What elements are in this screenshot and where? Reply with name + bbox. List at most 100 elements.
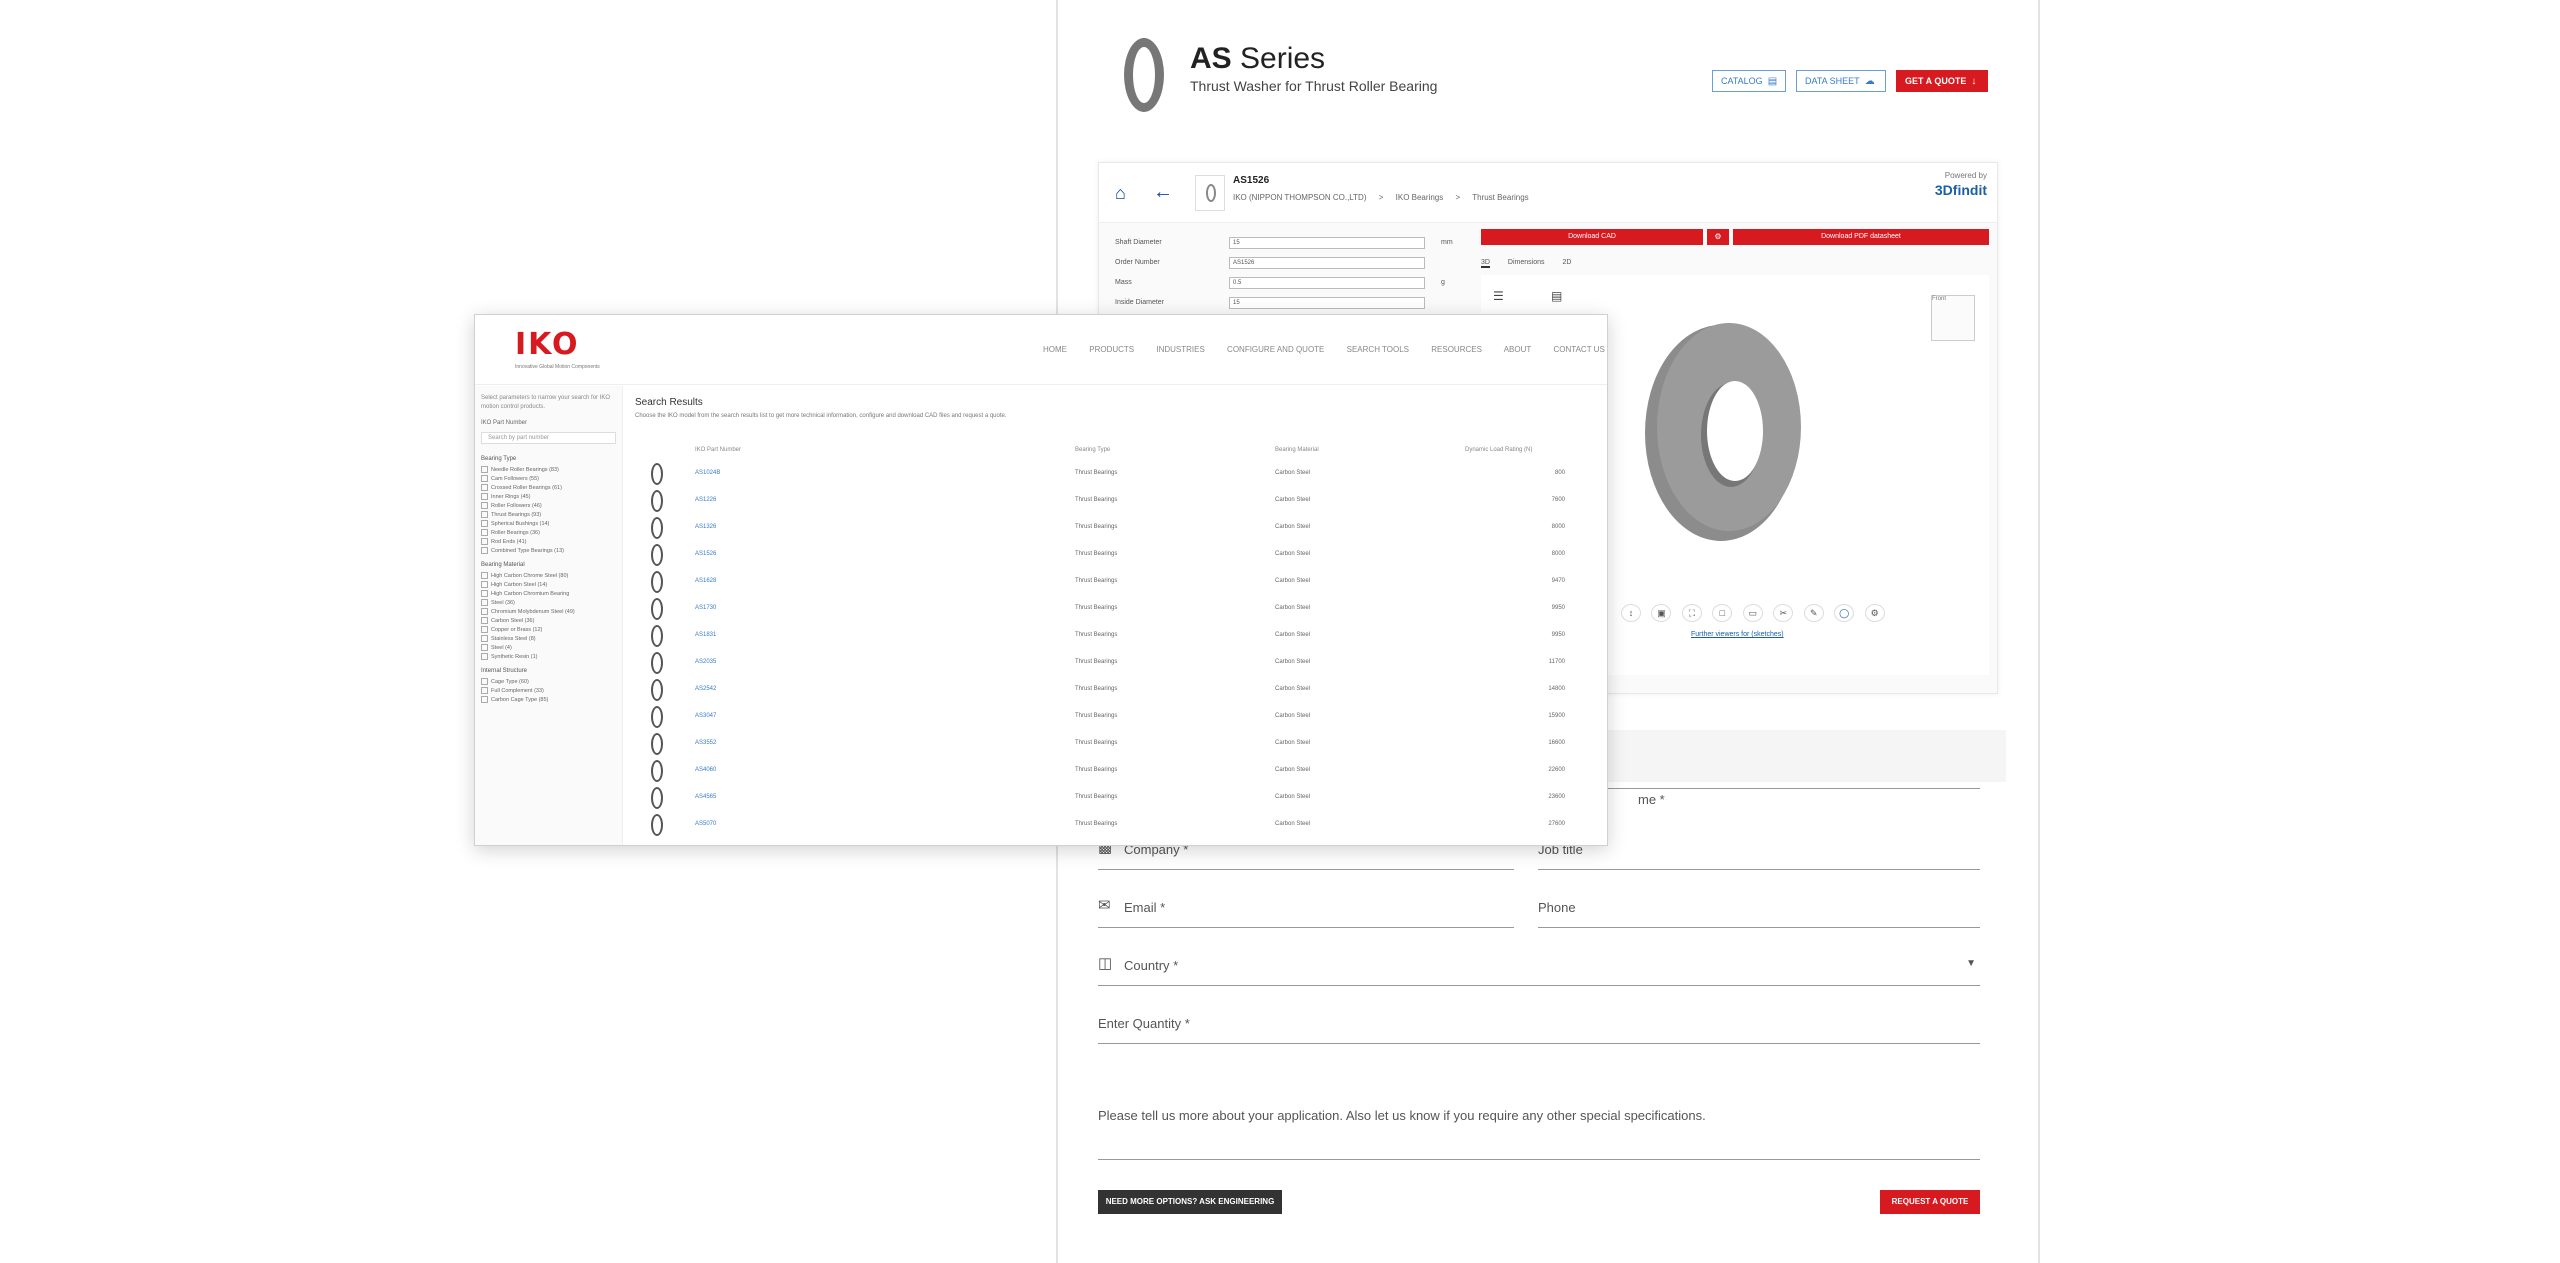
table-row[interactable]: AS2542 Thrust Bearings Carbon Steel 14800 bbox=[635, 677, 1575, 704]
table-row[interactable]: AS3047 Thrust Bearings Carbon Steel 15900 bbox=[635, 704, 1575, 731]
config-select[interactable]: AS1526 bbox=[1229, 257, 1425, 269]
nav-resources[interactable]: RESOURCES bbox=[1431, 345, 1482, 354]
breadcrumb-item[interactable]: IKO (NIPPON THOMPSON CO.,LTD) bbox=[1233, 193, 1367, 202]
navigation-cube[interactable]: Front bbox=[1931, 295, 1975, 341]
part-number-link[interactable]: AS1526 bbox=[695, 551, 716, 557]
catalog-button[interactable]: CATALOG ▤ bbox=[1712, 70, 1786, 92]
request-quote-button[interactable]: REQUEST A QUOTE bbox=[1880, 1190, 1980, 1214]
table-row[interactable]: AS1326 Thrust Bearings Carbon Steel 8000 bbox=[635, 515, 1575, 542]
home-icon[interactable]: ⌂ bbox=[1115, 183, 1126, 204]
table-row[interactable]: AS5070 Thrust Bearings Carbon Steel 27600 bbox=[635, 812, 1575, 839]
facet-checkbox[interactable]: Carbon Steel (36) bbox=[481, 617, 616, 626]
list-icon[interactable]: ☰ bbox=[1493, 289, 1504, 303]
part-number-link[interactable]: AS3552 bbox=[695, 740, 716, 746]
config-select[interactable]: 0.5 bbox=[1229, 277, 1425, 289]
col-header-bearing-material[interactable]: Bearing Material bbox=[1275, 447, 1319, 453]
facet-checkbox[interactable]: Needle Roller Bearings (83) bbox=[481, 466, 616, 475]
table-row[interactable]: AS1831 Thrust Bearings Carbon Steel 9950 bbox=[635, 623, 1575, 650]
download-cad-button[interactable]: Download CAD bbox=[1481, 229, 1703, 245]
tab-dimensions[interactable]: Dimensions bbox=[1508, 259, 1545, 266]
nav-products[interactable]: PRODUCTS bbox=[1089, 345, 1134, 354]
phone-field[interactable]: Phone bbox=[1538, 888, 1980, 928]
table-row[interactable]: AS1730 Thrust Bearings Carbon Steel 9950 bbox=[635, 596, 1575, 623]
3dfindit-logo[interactable]: 3Dfindit bbox=[1935, 182, 1987, 198]
back-arrow-icon[interactable]: ← bbox=[1153, 181, 1173, 204]
facet-checkbox[interactable]: Cage Type (60) bbox=[481, 678, 616, 687]
screenshot-icon[interactable]: ▭ bbox=[1742, 604, 1763, 622]
part-search-input[interactable]: Search by part number bbox=[481, 432, 616, 444]
table-row[interactable]: AS1024B Thrust Bearings Carbon Steel 800 bbox=[635, 461, 1575, 488]
col-header-load-rating[interactable]: Dynamic Load Rating (N) bbox=[1465, 447, 1532, 453]
nav-contact[interactable]: CONTACT US bbox=[1554, 345, 1605, 354]
table-row[interactable]: AS4565 Thrust Bearings Carbon Steel 23600 bbox=[635, 785, 1575, 812]
nav-search-tools[interactable]: SEARCH TOOLS bbox=[1347, 345, 1409, 354]
email-field[interactable]: ✉ Email * bbox=[1098, 888, 1514, 928]
facet-checkbox[interactable]: Carbon Cage Type (85) bbox=[481, 696, 616, 705]
country-select[interactable]: ◫ Country * ▼ bbox=[1098, 946, 1980, 986]
fit-icon[interactable]: ⛶ bbox=[1681, 604, 1702, 622]
facet-checkbox[interactable]: Spherical Bushings (14) bbox=[481, 520, 616, 529]
ask-engineering-button[interactable]: NEED MORE OPTIONS? ASK ENGINEERING bbox=[1098, 1190, 1282, 1214]
download-pdf-button[interactable]: Download PDF datasheet bbox=[1733, 229, 1989, 245]
breadcrumb-item[interactable]: IKO Bearings bbox=[1396, 193, 1444, 202]
get-a-quote-button[interactable]: GET A QUOTE ↓ bbox=[1896, 70, 1988, 92]
facet-checkbox[interactable]: Inner Rings (45) bbox=[481, 493, 616, 502]
nav-home[interactable]: HOME bbox=[1043, 345, 1067, 354]
part-number-link[interactable]: AS2542 bbox=[695, 686, 716, 692]
table-row[interactable]: AS2035 Thrust Bearings Carbon Steel 11700 bbox=[635, 650, 1575, 677]
part-number-link[interactable]: AS1730 bbox=[695, 605, 716, 611]
facet-checkbox[interactable]: Copper or Brass (12) bbox=[481, 626, 616, 635]
part-number-link[interactable]: AS4565 bbox=[695, 794, 716, 800]
config-select[interactable]: 15 bbox=[1229, 237, 1425, 249]
facet-checkbox[interactable]: Cam Followers (55) bbox=[481, 475, 616, 484]
facet-checkbox[interactable]: Combined Type Bearings (13) bbox=[481, 547, 616, 556]
facet-checkbox[interactable]: High Carbon Chrome Steel (80) bbox=[481, 572, 616, 581]
config-select[interactable]: 15 bbox=[1229, 297, 1425, 309]
facet-checkbox[interactable]: Roller Followers (46) bbox=[481, 502, 616, 511]
facet-checkbox[interactable]: Steel (36) bbox=[481, 599, 616, 608]
layers-icon[interactable]: ▤ bbox=[1551, 289, 1562, 303]
part-number-link[interactable]: AS1226 bbox=[695, 497, 716, 503]
data-sheet-button[interactable]: DATA SHEET ☁ bbox=[1796, 70, 1886, 92]
facet-checkbox[interactable]: High Carbon Steel (14) bbox=[481, 581, 616, 590]
gear-icon[interactable]: ⚙ bbox=[1707, 229, 1729, 245]
col-header-bearing-type[interactable]: Bearing Type bbox=[1075, 447, 1110, 453]
part-number-link[interactable]: AS2035 bbox=[695, 659, 716, 665]
facet-checkbox[interactable]: Synthetic Resin (1) bbox=[481, 653, 616, 662]
table-row[interactable]: AS1526 Thrust Bearings Carbon Steel 8000 bbox=[635, 542, 1575, 569]
tab-3d[interactable]: 3D bbox=[1481, 259, 1490, 268]
table-row[interactable]: AS4060 Thrust Bearings Carbon Steel 22600 bbox=[635, 758, 1575, 785]
part-number-link[interactable]: AS1628 bbox=[695, 578, 716, 584]
share-icon[interactable]: ◯ bbox=[1834, 604, 1855, 622]
facet-checkbox[interactable]: Rod Ends (41) bbox=[481, 538, 616, 547]
nav-industries[interactable]: INDUSTRIES bbox=[1156, 345, 1204, 354]
annotate-icon[interactable]: ✎ bbox=[1803, 604, 1824, 622]
part-number-link[interactable]: AS4060 bbox=[695, 767, 716, 773]
nav-about[interactable]: ABOUT bbox=[1504, 345, 1532, 354]
measure-icon[interactable]: ↕ bbox=[1621, 604, 1641, 622]
facet-checkbox[interactable]: Chromium Molybdenum Steel (49) bbox=[481, 608, 616, 617]
cut-icon[interactable]: ✂ bbox=[1773, 604, 1794, 622]
settings-icon[interactable]: ⚙ bbox=[1864, 604, 1885, 622]
quantity-field[interactable]: Enter Quantity * bbox=[1098, 1004, 1980, 1044]
iko-logo[interactable]: IKO Innovative Global Motion Components bbox=[515, 327, 605, 370]
facet-checkbox[interactable]: Stainless Steel (8) bbox=[481, 635, 616, 644]
application-message-field[interactable]: Please tell us more about your applicati… bbox=[1098, 1108, 1980, 1160]
further-viewers-link[interactable]: Further viewers for (sketches) bbox=[1691, 631, 1784, 638]
part-number-link[interactable]: AS1326 bbox=[695, 524, 716, 530]
facet-checkbox[interactable]: Roller Bearings (36) bbox=[481, 529, 616, 538]
facet-checkbox[interactable]: Thrust Bearings (93) bbox=[481, 511, 616, 520]
facet-checkbox[interactable]: Steel (4) bbox=[481, 644, 616, 653]
part-number-link[interactable]: AS3047 bbox=[695, 713, 716, 719]
facet-checkbox[interactable]: High Carbon Chromium Bearing bbox=[481, 590, 616, 599]
section-icon[interactable]: ▣ bbox=[1651, 604, 1672, 622]
tab-2d[interactable]: 2D bbox=[1562, 259, 1571, 266]
facet-checkbox[interactable]: Crossed Roller Bearings (61) bbox=[481, 484, 616, 493]
explode-icon[interactable]: □ bbox=[1712, 604, 1733, 622]
table-row[interactable]: AS3552 Thrust Bearings Carbon Steel 16600 bbox=[635, 731, 1575, 758]
part-number-link[interactable]: AS5070 bbox=[695, 821, 716, 827]
part-number-link[interactable]: AS1831 bbox=[695, 632, 716, 638]
col-header-part-number[interactable]: IKO Part Number bbox=[695, 447, 741, 453]
nav-configure-quote[interactable]: CONFIGURE AND QUOTE bbox=[1227, 345, 1324, 354]
part-number-link[interactable]: AS1024B bbox=[695, 470, 720, 476]
